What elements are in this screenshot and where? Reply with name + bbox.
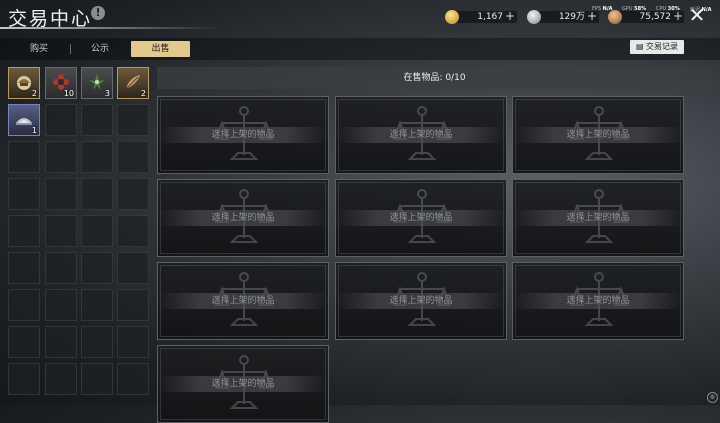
inventory-empty-slot[interactable]	[81, 363, 113, 395]
info-icon[interactable]: !	[91, 6, 105, 20]
tab-divider	[70, 44, 71, 54]
inventory-empty-slot[interactable]	[117, 363, 149, 395]
trade-history-button[interactable]: ▤ 交易记录	[630, 40, 684, 54]
slot-label: 选择上架的物品	[566, 296, 630, 306]
sell-slot[interactable]: 选择上架的物品	[335, 96, 507, 174]
currency-gold-add-button[interactable]: +	[504, 10, 516, 23]
currency-silver: 129万 +	[527, 10, 599, 24]
slot-label: 选择上架的物品	[211, 379, 275, 389]
inventory-item[interactable]: 3	[81, 67, 113, 99]
item-quantity: 1	[31, 126, 37, 135]
item-quantity: 10	[63, 89, 74, 98]
currency-silver-value: 129万	[558, 12, 585, 22]
slot-label: 选择上架的物品	[211, 213, 275, 223]
inventory-empty-slot[interactable]	[117, 252, 149, 284]
inventory-empty-slot[interactable]	[117, 141, 149, 173]
clipboard-icon: ▤	[635, 42, 644, 51]
slot-label: 选择上架的物品	[566, 130, 630, 140]
inventory-empty-slot[interactable]	[81, 104, 113, 136]
inventory-empty-slot[interactable]	[8, 215, 40, 247]
slot-label: 选择上架的物品	[566, 213, 630, 223]
inventory-item[interactable]: 10	[45, 67, 77, 99]
inventory-empty-slot[interactable]	[45, 215, 77, 247]
bronze-coin-icon	[608, 10, 622, 24]
currency-bronze-value: 75,572	[639, 12, 672, 22]
sell-slot[interactable]: 选择上架的物品	[157, 96, 329, 174]
gold-coin-icon	[445, 10, 459, 24]
inventory-empty-slot[interactable]	[8, 326, 40, 358]
title-underline	[0, 27, 220, 29]
inventory-empty-slot[interactable]	[8, 252, 40, 284]
inventory-empty-slot[interactable]	[117, 215, 149, 247]
item-quantity: 2	[31, 89, 37, 98]
trade-history-label: 交易记录	[646, 42, 679, 51]
currency-bronze-add-button[interactable]: +	[672, 10, 684, 23]
sell-slot[interactable]: 选择上架的物品	[157, 262, 329, 340]
inventory-empty-slot[interactable]	[8, 363, 40, 395]
inventory-empty-slot[interactable]	[45, 104, 77, 136]
sell-slot[interactable]: 选择上架的物品	[512, 262, 684, 340]
currency-silver-add-button[interactable]: +	[586, 10, 598, 23]
currency-bronze: 75,572 +	[608, 10, 684, 24]
inventory-empty-slot[interactable]	[81, 215, 113, 247]
sell-count-title: 在售物品: 0/10	[403, 73, 466, 83]
inventory-empty-slot[interactable]	[45, 363, 77, 395]
tab-buy[interactable]: 购买	[12, 41, 66, 57]
inventory-empty-slot[interactable]	[45, 252, 77, 284]
slot-label: 选择上架的物品	[389, 296, 453, 306]
slot-label: 选择上架的物品	[211, 296, 275, 306]
inventory-empty-slot[interactable]	[117, 104, 149, 136]
inventory-empty-slot[interactable]	[45, 141, 77, 173]
slot-label: 选择上架的物品	[211, 130, 275, 140]
inventory-item[interactable]: 1	[8, 104, 40, 136]
item-quantity: 2	[140, 89, 146, 98]
inventory-empty-slot[interactable]	[81, 252, 113, 284]
inventory-empty-slot[interactable]	[45, 178, 77, 210]
sell-slot[interactable]: 选择上架的物品	[335, 179, 507, 257]
inventory-empty-slot[interactable]	[117, 289, 149, 321]
inventory-empty-slot[interactable]	[81, 178, 113, 210]
sell-slot[interactable]: 选择上架的物品	[157, 345, 329, 423]
sell-slot[interactable]: 选择上架的物品	[335, 262, 507, 340]
slot-label: 选择上架的物品	[389, 130, 453, 140]
close-icon[interactable]: ✕	[688, 5, 706, 25]
sell-slot[interactable]: 选择上架的物品	[512, 179, 684, 257]
inventory-empty-slot[interactable]	[81, 326, 113, 358]
inventory-empty-slot[interactable]	[45, 289, 77, 321]
sell-slot[interactable]: 选择上架的物品	[157, 179, 329, 257]
silver-coin-icon	[527, 10, 541, 24]
inventory-empty-slot[interactable]	[117, 326, 149, 358]
inventory-empty-slot[interactable]	[117, 178, 149, 210]
item-quantity: 3	[104, 89, 110, 98]
inventory-empty-slot[interactable]	[8, 289, 40, 321]
currency-gold-value: 1,167	[477, 12, 503, 22]
slot-label: 选择上架的物品	[389, 213, 453, 223]
inventory-empty-slot[interactable]	[81, 141, 113, 173]
inventory-empty-slot[interactable]	[8, 178, 40, 210]
tab-sell[interactable]: 出售	[131, 41, 190, 57]
currency-gold: 1,167 +	[445, 10, 517, 24]
sell-slot[interactable]: 选择上架的物品	[512, 96, 684, 174]
inventory-empty-slot[interactable]	[81, 289, 113, 321]
settings-icon[interactable]: ⚙	[707, 392, 718, 403]
inventory-empty-slot[interactable]	[45, 326, 77, 358]
inventory-empty-slot[interactable]	[8, 141, 40, 173]
inventory-item[interactable]: 2	[8, 67, 40, 99]
inventory-item[interactable]: 2	[117, 67, 149, 99]
tab-announce[interactable]: 公示	[73, 41, 127, 57]
